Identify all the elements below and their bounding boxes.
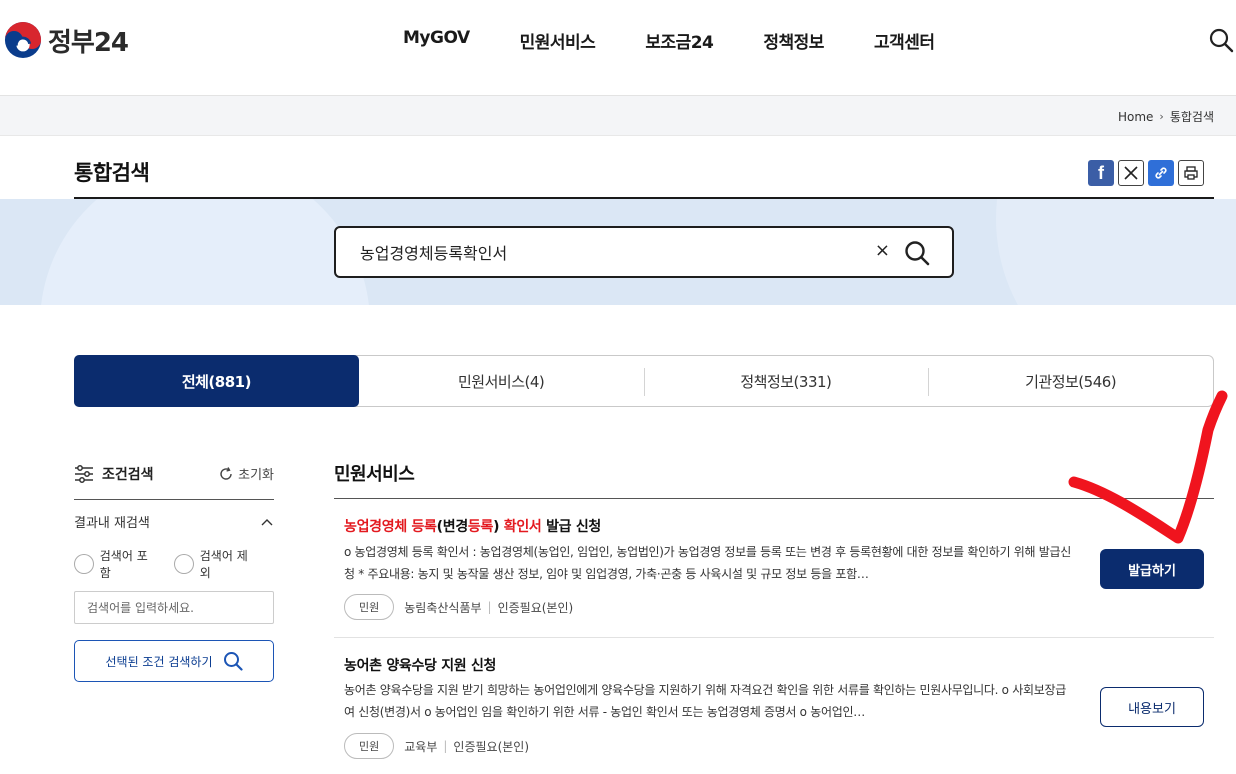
agency-label: 교육부 [404, 739, 438, 754]
section-divider [334, 498, 1214, 499]
result-description: 농어촌 양육수당을 지원 받기 희망하는 농어업인에게 양육수당을 지원하기 위… [344, 683, 1066, 719]
filter-header: 조건검색 초기화 [74, 460, 274, 500]
sliders-icon [75, 464, 93, 483]
chevron-up-icon[interactable] [260, 517, 274, 527]
filter-sidebar: 조건검색 초기화 결과내 재검색 검색어 포함 검색어 제외 선택된 조건 검색… [74, 460, 274, 682]
title-text: 발급 신청 [541, 519, 601, 535]
include-label: 검색어 포함 [99, 549, 148, 580]
page-title: 통합검색 [74, 161, 150, 185]
search-icon[interactable] [904, 240, 930, 266]
nav-subsidy[interactable]: 보조금24 [645, 28, 714, 53]
result-meta: 민원 농림축산식품부 | 인증필요(본인) [344, 594, 573, 620]
agency-label: 농림축산식품부 [404, 600, 482, 615]
print-button[interactable] [1178, 160, 1204, 186]
type-badge: 민원 [344, 733, 395, 759]
title-text: ) [493, 519, 504, 535]
refine-search-input[interactable] [74, 591, 274, 624]
facebook-share-button[interactable]: f [1088, 160, 1114, 186]
exclude-label: 검색어 제외 [199, 549, 248, 580]
issue-button[interactable]: 발급하기 [1100, 549, 1204, 589]
search-mode-options: 검색어 포함 검색어 제외 [74, 547, 274, 581]
share-buttons: f [1088, 160, 1204, 186]
result-tabs: 전체(881) 민원서비스(4) 정책정보(331) 기관정보(546) [74, 355, 1214, 407]
nav-civil-service[interactable]: 민원서비스 [520, 28, 596, 53]
clear-icon[interactable]: × [875, 240, 890, 261]
breadcrumb: Home › 통합검색 [1118, 108, 1214, 125]
band-decoration [40, 199, 370, 305]
type-badge: 민원 [344, 594, 395, 620]
breadcrumb-home[interactable]: Home [1118, 110, 1153, 124]
meta-divider: | [487, 600, 492, 614]
auth-label: 인증필요(본인) [497, 600, 574, 615]
search-icon[interactable] [1208, 27, 1234, 53]
tab-civil-service[interactable]: 민원서비스(4) [359, 356, 644, 406]
result-title[interactable]: 농어촌 양육수당 지원 신청 [344, 655, 496, 675]
logo[interactable]: 정부24 [4, 20, 129, 60]
meta-divider: | [443, 739, 448, 753]
reset-button[interactable]: 초기화 [218, 464, 274, 483]
result-item: 농업경영체 등록(변경등록) 확인서 발급 신청 o 농업경영체 등록 확인서 … [334, 500, 1214, 638]
title-text: (변경 [436, 519, 469, 535]
auth-label: 인증필요(본인) [453, 739, 530, 754]
link-icon [1155, 167, 1167, 179]
title-highlight: 농업경영체 등록 [344, 519, 437, 535]
exclude-radio[interactable]: 검색어 제외 [174, 547, 258, 581]
nav-mygov[interactable]: MyGOV [403, 28, 470, 53]
nav-customer-center[interactable]: 고객센터 [874, 28, 935, 53]
band-decoration [996, 199, 1236, 305]
x-share-button[interactable] [1118, 160, 1144, 186]
logo-text: 정부24 [48, 27, 129, 58]
title-highlight: 확인서 [503, 519, 542, 535]
tab-agency-info[interactable]: 기관정보(546) [928, 356, 1213, 406]
radio-circle[interactable] [174, 554, 194, 574]
reset-label: 초기화 [238, 468, 274, 483]
printer-icon [1184, 166, 1198, 180]
include-radio[interactable]: 검색어 포함 [74, 547, 158, 581]
main-search-box: × [334, 226, 954, 278]
chevron-right-icon: › [1159, 110, 1164, 123]
copy-link-button[interactable] [1148, 160, 1174, 186]
taegeuk-logo-icon [4, 21, 42, 59]
filter-title-wrap: 조건검색 [74, 464, 154, 484]
breadcrumb-bar: Home › 통합검색 [0, 95, 1236, 136]
tab-all[interactable]: 전체(881) [74, 355, 359, 407]
apply-filter-label: 선택된 조건 검색하기 [105, 654, 213, 669]
main-nav: MyGOV 민원서비스 보조금24 정책정보 고객센터 [403, 28, 985, 53]
breadcrumb-current: 통합검색 [1169, 110, 1214, 124]
refine-search-header[interactable]: 결과내 재검색 [74, 512, 274, 531]
refresh-icon [220, 466, 232, 480]
nav-policy-info[interactable]: 정책정보 [763, 28, 824, 53]
section-title: 민원서비스 [334, 464, 415, 485]
view-details-button[interactable]: 내용보기 [1100, 687, 1204, 727]
refine-title: 결과내 재검색 [74, 516, 150, 531]
x-logo-icon [1124, 166, 1138, 180]
search-icon [223, 652, 243, 671]
search-input[interactable] [360, 240, 860, 264]
result-description: o 농업경영체 등록 확인서 : 농업경영체(농업인, 임업인, 농업법인)가 … [344, 545, 1072, 581]
filter-title: 조건검색 [102, 466, 154, 483]
radio-circle[interactable] [74, 554, 94, 574]
apply-filter-button[interactable]: 선택된 조건 검색하기 [74, 640, 274, 682]
title-highlight: 등록 [467, 519, 494, 535]
result-item: 농어촌 양육수당 지원 신청 농어촌 양육수당을 지원 받기 희망하는 농어업인… [334, 640, 1214, 774]
site-header: 정부24 MyGOV 민원서비스 보조금24 정책정보 고객센터 [0, 0, 1236, 96]
tab-policy-info[interactable]: 정책정보(331) [643, 356, 929, 406]
result-meta: 민원 교육부 | 인증필요(본인) [344, 733, 529, 759]
result-title[interactable]: 농업경영체 등록(변경등록) 확인서 발급 신청 [344, 516, 601, 536]
